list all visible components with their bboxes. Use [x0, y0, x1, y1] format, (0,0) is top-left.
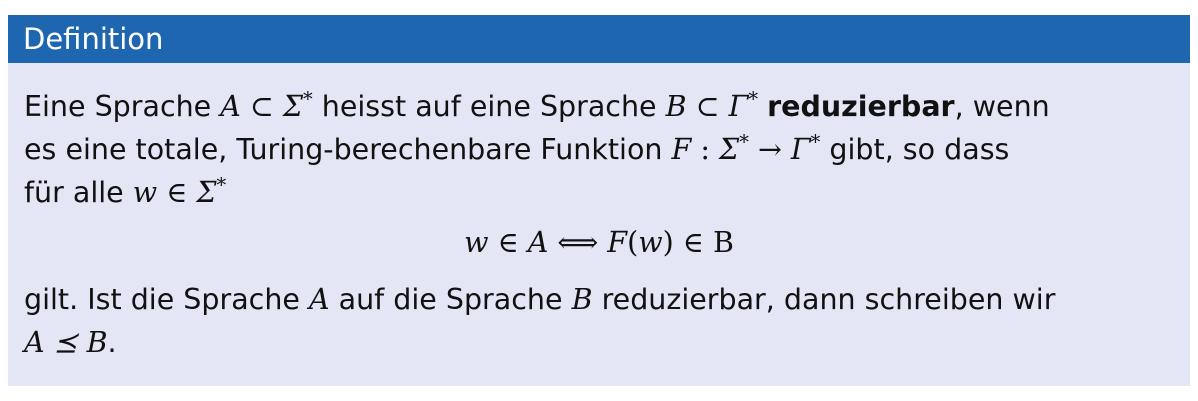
- definition-line-1: Eine Sprache A ⊂ Σ* heisst auf eine Spra…: [24, 85, 1174, 128]
- block-title: Definition: [8, 15, 1190, 63]
- text: reduzierbar, dann schreiben wir: [592, 283, 1056, 316]
- math-a-reduces-to-b: A ⪯ B: [24, 326, 108, 359]
- definition-body: Eine Sprache A ⊂ Σ* heisst auf eine Spra…: [8, 63, 1190, 364]
- math-b-subset-gamma-star: B ⊂ Γ*: [665, 87, 759, 123]
- math-function-signature: F : Σ* → Γ*: [671, 130, 821, 166]
- math-a-subset-sigma-star: A ⊂ Σ*: [220, 87, 313, 123]
- display-equation: w ∈ A ⟺ F(w) ∈ B: [464, 226, 734, 259]
- definition-line-4: gilt. Ist die Sprache A auf die Sprache …: [24, 278, 1174, 321]
- text: auf die Sprache: [329, 283, 572, 316]
- emphasized-term: reduzierbar: [767, 90, 955, 123]
- text: für alle: [24, 176, 133, 209]
- text: Eine Sprache: [24, 90, 221, 123]
- math-b: B: [571, 283, 593, 316]
- definition-line-3: für alle w ∈ Σ*: [24, 171, 1174, 214]
- definition-line-5: A ⪯ B.: [24, 321, 1174, 364]
- text: gibt, so dass: [820, 133, 1010, 166]
- text: es eine totale, Turing-berechenbare Funk…: [24, 133, 672, 166]
- math-w-in-sigma-star: w ∈ Σ*: [132, 173, 227, 209]
- text: , wenn: [954, 90, 1050, 123]
- text: .: [107, 326, 117, 359]
- math-a: A: [309, 283, 330, 316]
- text: gilt. Ist die Sprache: [24, 283, 309, 316]
- definition-block: Definition Eine Sprache A ⊂ Σ* heisst au…: [8, 15, 1190, 386]
- text: heisst auf eine Sprache: [312, 90, 666, 123]
- definition-line-2: es eine totale, Turing-berechenbare Funk…: [24, 128, 1174, 171]
